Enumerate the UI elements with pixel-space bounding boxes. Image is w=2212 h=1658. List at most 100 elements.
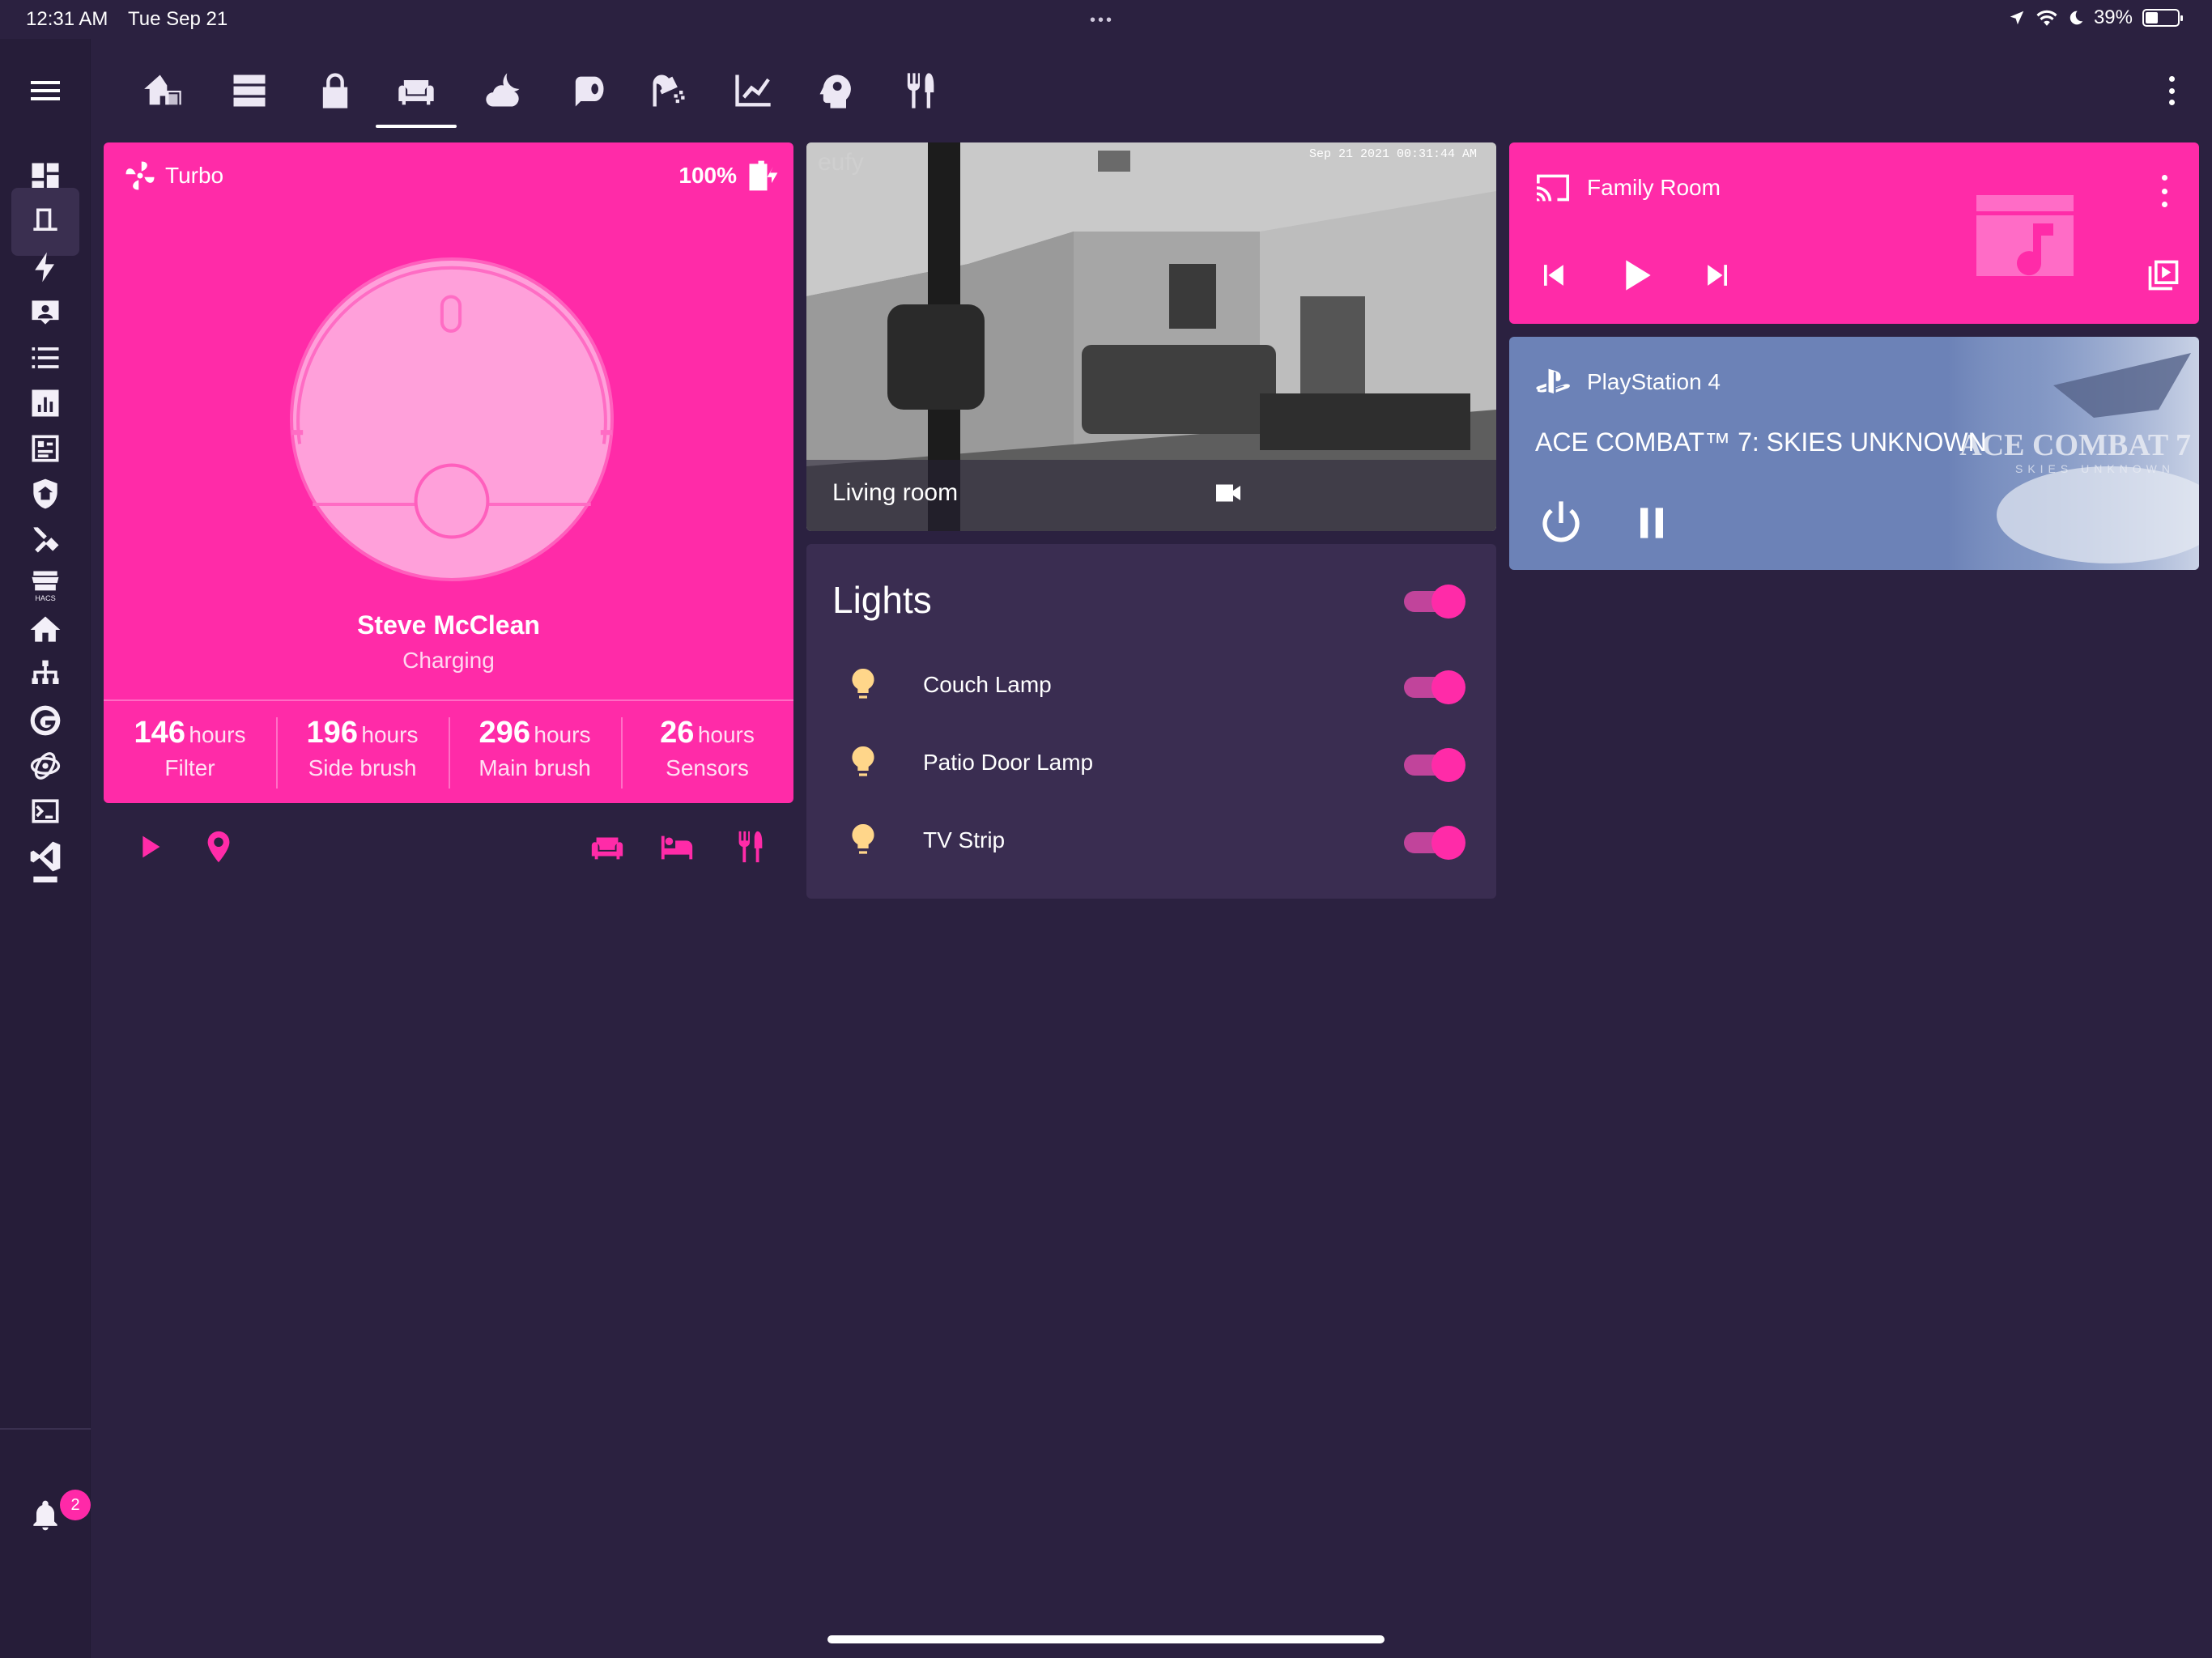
video-camera-icon xyxy=(1216,484,1240,502)
head-gear-icon xyxy=(819,74,851,108)
playstation-icon xyxy=(1536,368,1570,394)
lights-master-toggle[interactable] xyxy=(1401,583,1465,619)
home-indicator xyxy=(827,1635,1385,1643)
tab-paper-roll[interactable] xyxy=(547,57,628,125)
tab-chart[interactable] xyxy=(713,57,793,125)
light-name: TV Strip xyxy=(923,827,1006,852)
menu-button[interactable] xyxy=(26,71,65,110)
stat-value: 196 xyxy=(306,716,358,750)
home-floor-icon xyxy=(144,74,181,105)
vacuum-card[interactable]: Turbo 100% Steve McClean Charging 146 ho… xyxy=(104,142,793,803)
camera-name: Living room xyxy=(832,479,959,506)
tab-sofa[interactable] xyxy=(376,57,457,128)
light-row[interactable]: Patio Door Lamp xyxy=(806,732,1496,797)
sidebar-item-partial[interactable] xyxy=(11,868,79,887)
status-right: 39% xyxy=(2008,6,2183,29)
lights-title: Lights xyxy=(832,579,932,621)
playlist-play-icon xyxy=(2148,260,2179,291)
sofa-icon xyxy=(398,80,434,105)
light-toggle[interactable] xyxy=(1401,746,1465,782)
notification-badge: 2 xyxy=(60,1490,91,1520)
media-source: Family Room xyxy=(1535,172,1721,204)
fan-icon xyxy=(125,161,155,190)
stat-sensors: 26 hours Sensors xyxy=(621,701,793,803)
status-time: 12:31 AM xyxy=(26,8,108,30)
tab-home-floor[interactable] xyxy=(123,57,204,125)
tab-night[interactable] xyxy=(463,57,544,125)
battery-fill xyxy=(2146,12,2158,23)
lightbulb-icon xyxy=(847,665,879,704)
game-art-title: ACE COMBAT 7 xyxy=(1959,428,2191,462)
lock-icon xyxy=(322,73,348,108)
stat-label: Main brush xyxy=(479,755,591,780)
location-arrow-icon xyxy=(2010,11,2024,25)
camera-timestamp: Sep 21 2021 00:31:44 AM xyxy=(1308,147,1477,161)
paper-roll-icon xyxy=(575,76,604,107)
ps-source: PlayStation 4 xyxy=(1535,366,1721,398)
camera-card[interactable]: eufy Sep 21 2021 00:31:44 AM Living room xyxy=(806,142,1496,531)
vacuum-clean-kitchen-button[interactable] xyxy=(727,824,772,869)
stat-value: 296 xyxy=(479,716,530,750)
tab-head-gear[interactable] xyxy=(795,57,876,125)
stat-label: Filter xyxy=(164,755,215,780)
video-camera-button[interactable] xyxy=(1213,481,1244,505)
stat-label: Sensors xyxy=(666,755,749,780)
stat-unit: hours xyxy=(534,722,591,747)
media-queue-button[interactable] xyxy=(2146,257,2181,293)
map-marker-icon xyxy=(207,831,230,863)
fan-mode-label: Turbo xyxy=(165,163,224,188)
vacuum-clean-bedroom-button[interactable] xyxy=(654,824,700,869)
music-clapperboard-icon xyxy=(1976,195,2074,276)
vacuum-clean-living-room-button[interactable] xyxy=(585,824,630,869)
tab-lock[interactable] xyxy=(295,57,376,125)
battery-percent: 39% xyxy=(2093,6,2133,28)
now-playing-title: ACE COMBAT™ 7: SKIES UNKNOWN xyxy=(1535,427,1987,457)
vacuum-name: Steve McClean xyxy=(357,610,540,640)
media-menu-button[interactable] xyxy=(2162,175,2172,207)
stat-unit: hours xyxy=(189,722,246,747)
multitask-dots-icon[interactable]: ••• xyxy=(1090,11,1114,30)
light-toggle[interactable] xyxy=(1401,824,1465,860)
play-icon[interactable] xyxy=(1613,253,1658,298)
media-player-card[interactable]: Family Room xyxy=(1509,142,2199,324)
overflow-menu-button[interactable] xyxy=(2155,71,2188,110)
battery-charging-icon xyxy=(749,160,778,191)
bell-icon xyxy=(33,1500,57,1531)
silverware-icon xyxy=(907,73,934,108)
media-controls xyxy=(1535,253,1736,298)
skip-next-icon[interactable] xyxy=(1700,257,1736,293)
sofa-icon xyxy=(33,876,57,882)
tab-server[interactable] xyxy=(209,57,290,125)
media-player-name: Family Room xyxy=(1587,175,1721,200)
vacuum-battery: 100% xyxy=(678,157,781,194)
light-name: Patio Door Lamp xyxy=(923,750,1094,775)
fan-mode[interactable]: Turbo xyxy=(123,159,223,193)
vacuum-actions xyxy=(104,818,793,873)
tab-shower[interactable] xyxy=(628,57,709,125)
status-bar: 12:31 AM Tue Sep 21 ••• 39% xyxy=(0,0,2212,39)
media-art-placeholder xyxy=(1972,191,2078,280)
tab-dining[interactable] xyxy=(879,57,960,125)
playstation-card[interactable]: ACE COMBAT 7 SKIES UNKNOWN PlayStation 4… xyxy=(1509,337,2199,570)
light-row[interactable]: Couch Lamp xyxy=(806,654,1496,719)
pause-icon[interactable] xyxy=(1629,500,1674,546)
light-row[interactable]: TV Strip xyxy=(806,810,1496,874)
light-toggle[interactable] xyxy=(1401,669,1465,704)
vacuum-start-button[interactable] xyxy=(126,824,172,869)
power-icon[interactable] xyxy=(1535,497,1587,549)
vacuum-locate-button[interactable] xyxy=(196,824,241,869)
notifications-button[interactable]: 2 xyxy=(11,1482,91,1550)
status-date: Tue Sep 21 xyxy=(128,8,228,30)
skip-previous-icon[interactable] xyxy=(1535,257,1571,293)
lightbulb-icon xyxy=(847,821,879,860)
hamburger-icon xyxy=(31,81,60,100)
stat-value: 26 xyxy=(660,716,695,750)
stat-unit: hours xyxy=(361,722,419,747)
shower-icon xyxy=(653,74,685,107)
robot-vacuum-image xyxy=(290,257,614,581)
sidebar: HACS 2 xyxy=(0,39,91,1658)
ps-name: PlayStation 4 xyxy=(1587,369,1721,394)
stat-label: Side brush xyxy=(308,755,417,780)
sidebar-divider xyxy=(0,1428,91,1430)
vacuum-battery-label: 100% xyxy=(678,163,737,188)
